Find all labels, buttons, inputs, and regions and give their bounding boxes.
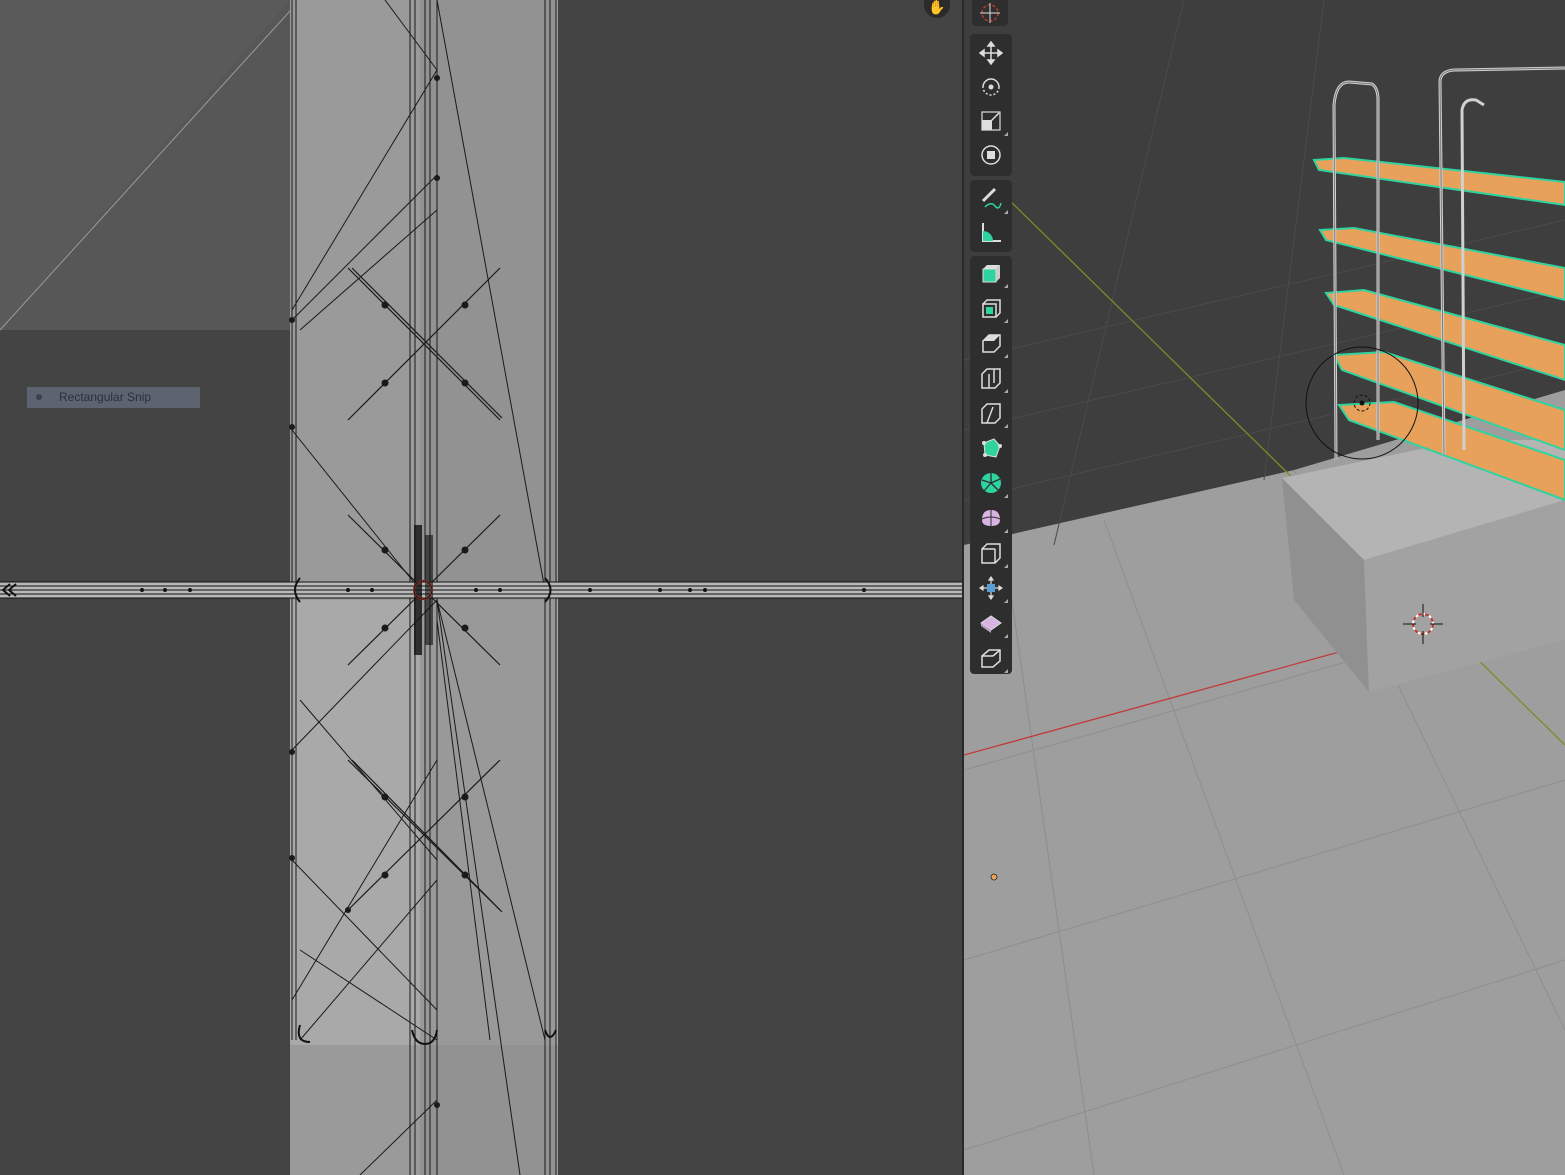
snip-dot-icon [36, 394, 42, 400]
shear-icon [981, 648, 1001, 668]
poly-build-icon [981, 472, 1001, 493]
left-3d-viewport[interactable]: Rectangular Snip ✋ [0, 0, 962, 1175]
spin-icon [981, 509, 1001, 526]
smooth-icon [981, 542, 1001, 564]
rectangular-snip-overlay[interactable]: Rectangular Snip [27, 387, 200, 408]
transform-tool-group [970, 34, 1012, 176]
move-arrows-icon [979, 40, 1003, 65]
add-cube-tool[interactable] [973, 256, 1009, 289]
move-tool[interactable] [973, 36, 1009, 69]
loop-cut-tool[interactable] [973, 396, 1009, 429]
inset-faces-tool[interactable] [973, 326, 1009, 359]
snip-label-text: Rectangular Snip [59, 390, 152, 404]
knife-icon [982, 437, 1002, 458]
right-3d-viewport[interactable] [964, 0, 1565, 1175]
bevel-icon [981, 367, 1001, 389]
knife-tool[interactable] [973, 431, 1009, 464]
annotate-pencil-icon [981, 187, 1002, 209]
shear-tool[interactable] [973, 641, 1009, 674]
transform-tool[interactable] [973, 138, 1009, 171]
shrink-fatten-icon [980, 614, 1002, 633]
perspective-canvas[interactable] [964, 0, 1565, 1175]
rotate-tool[interactable] [973, 70, 1009, 103]
scale-tool[interactable] [973, 104, 1009, 137]
tool-shelf [970, 34, 1012, 674]
extrude-region-tool[interactable] [973, 291, 1009, 324]
edge-slide-tool[interactable] [973, 571, 1009, 604]
bevel-tool[interactable] [973, 361, 1009, 394]
rotate-icon [982, 77, 1000, 96]
extrude-region-icon [982, 298, 1001, 318]
cursor-tool[interactable] [972, 0, 1008, 26]
annotate-tool-group [970, 180, 1012, 252]
measure-tool[interactable] [973, 216, 1009, 249]
wireframe-canvas[interactable] [0, 0, 962, 1175]
cursor-crosshair-icon [980, 3, 1000, 23]
shrink-fatten-tool[interactable] [973, 606, 1009, 639]
mesh-tool-group [970, 256, 1012, 674]
scale-icon [981, 110, 1001, 131]
annotate-tool[interactable] [973, 182, 1009, 215]
object-origin-dot[interactable] [990, 873, 998, 881]
inset-faces-icon [982, 333, 1001, 353]
spin-tool[interactable] [973, 501, 1009, 534]
measure-ruler-icon [982, 222, 1001, 242]
transform-icon [981, 144, 1001, 165]
edge-slide-icon [979, 575, 1003, 600]
shelf-unit[interactable] [1312, 66, 1565, 502]
poly-build-tool[interactable] [973, 466, 1009, 499]
add-cube-icon [982, 264, 1000, 282]
loop-cut-icon [981, 402, 1001, 424]
smooth-tool[interactable] [973, 536, 1009, 569]
